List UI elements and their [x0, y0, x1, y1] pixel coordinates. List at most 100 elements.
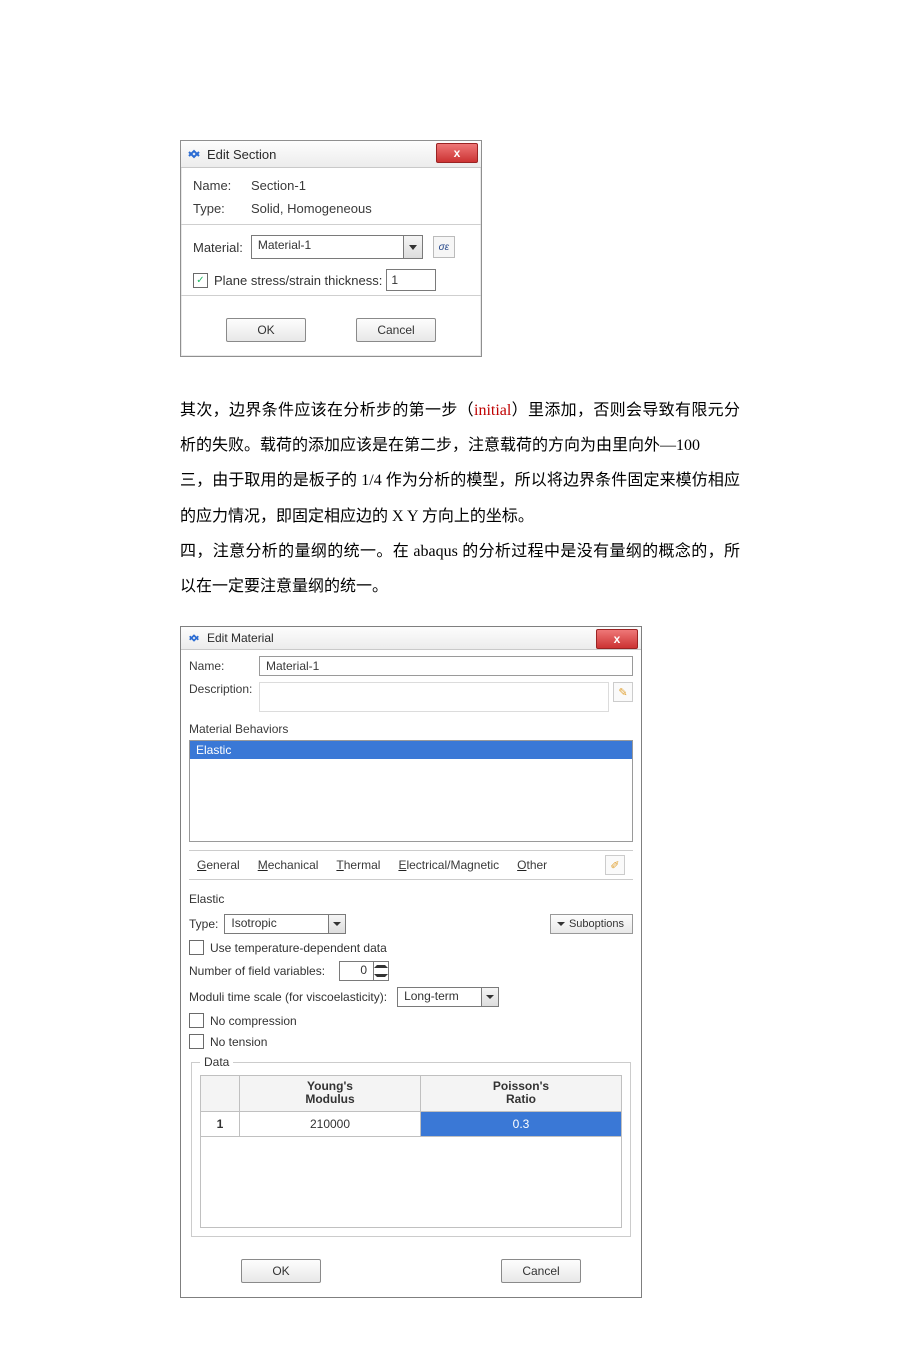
menu-general[interactable]: General: [197, 858, 240, 872]
delete-behavior-button[interactable]: [605, 855, 625, 875]
para-3: 四，注意分析的量纲的统一。在 abaqus 的分析过程中是没有量纲的概念的，所以…: [180, 543, 740, 595]
data-table[interactable]: Young'sModulus Poisson'sRatio 1 210000 0…: [200, 1075, 622, 1136]
name-value: Section-1: [251, 178, 306, 193]
moduli-combobox[interactable]: Long-term: [397, 987, 499, 1007]
elastic-type-combobox[interactable]: Isotropic: [224, 914, 346, 934]
chevron-down-icon: [333, 922, 341, 926]
plane-thickness-label: Plane stress/strain thickness:: [214, 273, 382, 288]
field-variables-spinner[interactable]: 0: [339, 961, 389, 981]
chevron-down-icon: [374, 974, 388, 977]
close-button[interactable]: x: [596, 629, 638, 649]
no-tension-checkbox[interactable]: [189, 1034, 204, 1049]
name-row: Name: Section-1: [193, 178, 469, 193]
suboptions-label: Suboptions: [569, 918, 624, 930]
edit-material-dialog: Edit Material x Name: Material-1 Descrip…: [180, 626, 642, 1297]
material-behaviors-list[interactable]: Elastic: [189, 740, 633, 842]
name-label: Name:: [189, 659, 259, 673]
menu-other[interactable]: Other: [517, 858, 547, 872]
data-fieldset: Data Young'sModulus Poisson'sRatio: [191, 1055, 631, 1236]
moduli-label: Moduli time scale (for viscoelasticity):: [189, 990, 387, 1004]
youngs-modulus-cell[interactable]: 210000: [240, 1111, 421, 1136]
plane-thickness-row: ✓ Plane stress/strain thickness: 1: [193, 269, 469, 291]
name-row: Name: Material-1: [189, 656, 633, 676]
temp-dependent-label: Use temperature-dependent data: [210, 941, 387, 955]
behavior-menu-bar: General Mechanical Thermal Electrical/Ma…: [189, 850, 633, 880]
dialog-footer: OK Cancel: [181, 1243, 641, 1297]
edit-section-dialog: Edit Section x Name: Section-1 Type: Sol…: [180, 140, 482, 357]
dropdown-arrow[interactable]: [328, 915, 345, 933]
elastic-type-value: Isotropic: [225, 915, 328, 933]
elastic-type-label: Type:: [189, 917, 218, 931]
type-label: Type:: [193, 201, 251, 216]
edit-description-button[interactable]: [613, 682, 633, 702]
chevron-down-icon: [557, 922, 565, 926]
behavior-item-elastic[interactable]: Elastic: [190, 741, 632, 759]
no-tension-row: No tension: [189, 1034, 633, 1049]
table-empty-area[interactable]: [200, 1137, 622, 1228]
material-behaviors-label: Material Behaviors: [189, 722, 633, 736]
document-page: Edit Section x Name: Section-1 Type: Sol…: [0, 0, 920, 1358]
temp-dependent-checkbox[interactable]: [189, 940, 204, 955]
chevron-down-icon: [486, 995, 494, 999]
poissons-ratio-cell[interactable]: 0.3: [421, 1111, 622, 1136]
spinner-up[interactable]: [374, 962, 388, 971]
moduli-row: Moduli time scale (for viscoelasticity):…: [189, 987, 633, 1007]
dropdown-arrow[interactable]: [481, 988, 498, 1006]
field-variables-row: Number of field variables: 0: [189, 961, 633, 981]
para-1a: 其次，边界条件应该在分析步的第一步（: [180, 402, 474, 419]
material-row: Material: Material-1: [193, 235, 469, 259]
titlebar[interactable]: Edit Section x: [181, 141, 481, 168]
no-compression-checkbox[interactable]: [189, 1013, 204, 1028]
field-variables-label: Number of field variables:: [189, 964, 325, 978]
menu-electrical[interactable]: Electrical/Magnetic: [398, 858, 499, 872]
description-label: Description:: [189, 682, 259, 696]
material-combobox-text: Material-1: [252, 236, 403, 258]
app-icon: [187, 147, 201, 161]
body-text: 其次，边界条件应该在分析步的第一步（initial）里添加，否则会导致有限元分析…: [180, 393, 740, 604]
no-tension-label: No tension: [210, 1035, 267, 1049]
suboptions-button[interactable]: Suboptions: [550, 914, 633, 934]
cancel-button[interactable]: Cancel: [356, 318, 436, 342]
spinner-down[interactable]: [374, 971, 388, 980]
material-label: Material:: [193, 240, 243, 255]
temp-dependent-row: Use temperature-dependent data: [189, 940, 633, 955]
spinner-buttons[interactable]: [373, 962, 388, 980]
chevron-down-icon: [409, 245, 417, 250]
col-poissons-ratio: Poisson'sRatio: [421, 1076, 622, 1111]
titlebar[interactable]: Edit Material x: [181, 627, 641, 650]
window-title: Edit Material: [207, 631, 274, 645]
close-button[interactable]: x: [436, 143, 478, 163]
row-header: [201, 1076, 240, 1111]
ok-button[interactable]: OK: [226, 318, 306, 342]
para-1-initial: initial: [474, 402, 511, 419]
data-legend: Data: [200, 1055, 233, 1069]
type-row: Type: Solid, Homogeneous: [193, 201, 469, 216]
create-material-button[interactable]: [433, 236, 455, 258]
moduli-value: Long-term: [398, 988, 481, 1006]
cancel-button[interactable]: Cancel: [501, 1259, 581, 1283]
dialog-body: Name: Section-1 Type: Solid, Homogeneous…: [181, 168, 481, 296]
dialog-footer: OK Cancel: [181, 306, 481, 356]
row-number: 1: [201, 1111, 240, 1136]
plane-thickness-input[interactable]: 1: [386, 269, 436, 291]
para-2: 三，由于取用的是板子的 1/4 作为分析的模型，所以将边界条件固定来模仿相应的应…: [180, 472, 740, 524]
no-compression-label: No compression: [210, 1014, 297, 1028]
dialog-body: Name: Material-1 Description: Material B…: [181, 650, 641, 1242]
close-icon: x: [614, 632, 621, 646]
separator: [181, 295, 481, 296]
material-combobox[interactable]: Material-1: [251, 235, 423, 259]
menu-thermal[interactable]: Thermal: [336, 858, 380, 872]
type-value: Solid, Homogeneous: [251, 201, 372, 216]
dropdown-arrow[interactable]: [403, 236, 422, 258]
name-label: Name:: [193, 178, 251, 193]
menu-mechanical[interactable]: Mechanical: [258, 858, 319, 872]
elastic-heading: Elastic: [189, 892, 633, 906]
name-input[interactable]: Material-1: [259, 656, 633, 676]
window-title: Edit Section: [207, 147, 276, 162]
table-row[interactable]: 1 210000 0.3: [201, 1111, 622, 1136]
description-input[interactable]: [259, 682, 609, 712]
separator: [181, 224, 481, 225]
field-variables-value: 0: [340, 962, 373, 980]
plane-thickness-checkbox[interactable]: ✓: [193, 273, 208, 288]
ok-button[interactable]: OK: [241, 1259, 321, 1283]
